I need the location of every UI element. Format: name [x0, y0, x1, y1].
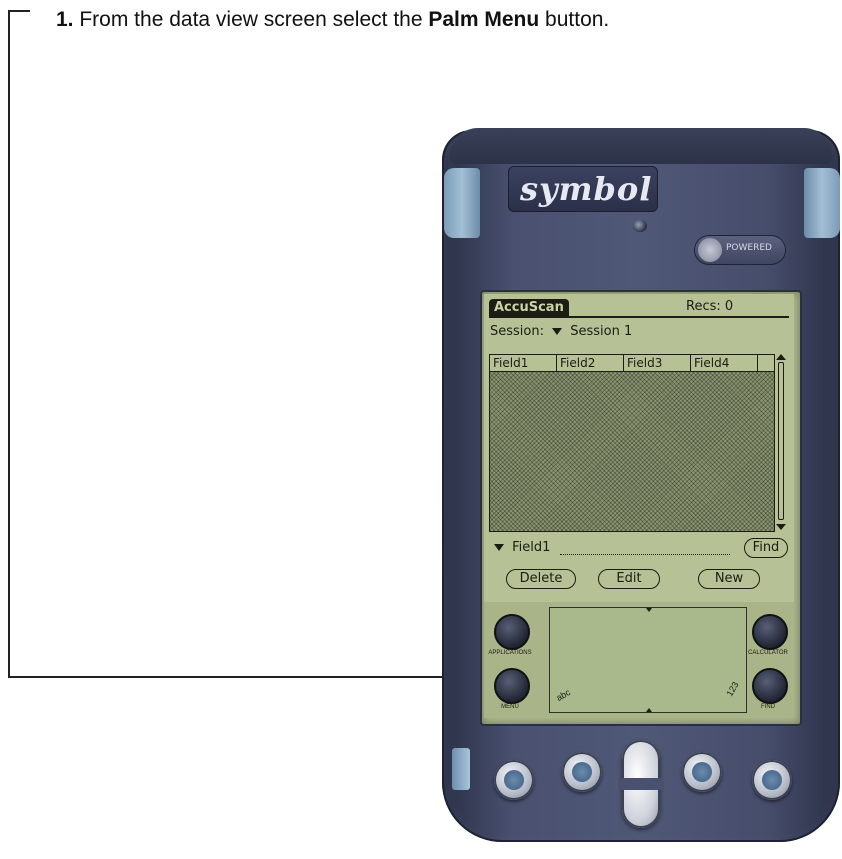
calculator-label: CALCULATOR — [748, 650, 788, 656]
applications-icon[interactable] — [494, 614, 530, 650]
memo-icon — [762, 770, 782, 790]
brand-text: symbol — [520, 170, 653, 208]
graffiti-area: APPLICATIONS MENU abc 123 CALCULATOR FIN… — [484, 602, 794, 718]
column-header[interactable]: Field1 — [490, 355, 557, 371]
memo-button[interactable] — [752, 760, 792, 800]
callout-line-horizontal — [8, 676, 478, 678]
step-number: 1. — [56, 8, 74, 31]
phone-button[interactable] — [562, 752, 602, 792]
rocker-waist — [618, 778, 664, 790]
session-dropdown-icon[interactable] — [552, 328, 563, 335]
new-button[interactable]: New — [698, 569, 760, 589]
column-header[interactable]: Field4 — [691, 355, 758, 371]
callout-line-vertical — [8, 10, 10, 678]
side-scan-button[interactable] — [452, 748, 470, 790]
divider-tick-bottom — [646, 708, 652, 712]
scanner-light-left — [444, 168, 480, 238]
find-label: FIND — [761, 704, 775, 710]
datebook-icon — [504, 770, 524, 790]
brand-logo: symbol — [508, 166, 658, 212]
menu-label: MENU — [501, 704, 519, 710]
phone-icon — [572, 762, 592, 782]
find-button[interactable]: Find — [744, 538, 788, 558]
lcd-screen: AccuScan Recs: 0 Session: Session 1 Fiel… — [484, 294, 794, 602]
find-icon[interactable] — [752, 668, 788, 704]
delete-button[interactable]: Delete — [506, 569, 576, 589]
session-value[interactable]: Session 1 — [570, 324, 632, 339]
app-title[interactable]: AccuScan — [489, 299, 569, 316]
field-select-value[interactable]: Field1 — [512, 540, 550, 555]
datebook-button[interactable] — [494, 760, 534, 800]
column-header[interactable]: Field2 — [557, 355, 624, 371]
grid-scrollbar[interactable] — [775, 354, 787, 530]
recs-count: Recs: 0 — [686, 299, 734, 314]
scroll-rocker-button[interactable] — [618, 740, 664, 828]
callout-line-top — [8, 10, 30, 12]
palm-logo-icon — [698, 238, 722, 262]
todo-button[interactable] — [682, 752, 722, 792]
session-label: Session: — [490, 324, 544, 339]
palm-menu-term: Palm Menu — [428, 8, 540, 31]
grid-header: Field1 Field2 Field3 Field4 — [490, 355, 774, 372]
todo-icon — [692, 762, 712, 782]
powered-badge: POWERED — [694, 235, 786, 265]
graffiti-writing-box[interactable]: abc 123 — [549, 607, 747, 713]
graffiti-letters-label: abc — [554, 687, 573, 703]
instruction-text: 1. From the data view screen select the … — [56, 8, 609, 32]
instruction-after: button. — [539, 8, 610, 31]
field-dropdown-icon[interactable] — [494, 544, 504, 551]
scroll-track[interactable] — [778, 362, 784, 520]
scanner-light-right — [804, 168, 840, 238]
edit-button[interactable]: Edit — [598, 569, 660, 589]
applications-label: APPLICATIONS — [488, 650, 532, 656]
data-grid[interactable]: Field1 Field2 Field3 Field4 — [489, 354, 775, 532]
graffiti-numbers-label: 123 — [724, 679, 741, 699]
led-indicator — [633, 220, 647, 232]
palm-menu-icon[interactable] — [494, 668, 530, 704]
session-row: Session: Session 1 — [490, 324, 632, 339]
calculator-icon[interactable] — [752, 614, 788, 650]
device-top-edge — [450, 128, 832, 164]
scroll-down-icon[interactable] — [776, 524, 786, 530]
scroll-up-icon[interactable] — [776, 354, 786, 360]
find-input[interactable] — [560, 554, 730, 555]
powered-text: POWERED — [726, 243, 772, 253]
divider-tick-top — [646, 608, 652, 612]
instruction-before: From the data view screen select the — [73, 8, 429, 31]
column-header[interactable]: Field3 — [624, 355, 691, 371]
title-rule — [489, 316, 789, 318]
